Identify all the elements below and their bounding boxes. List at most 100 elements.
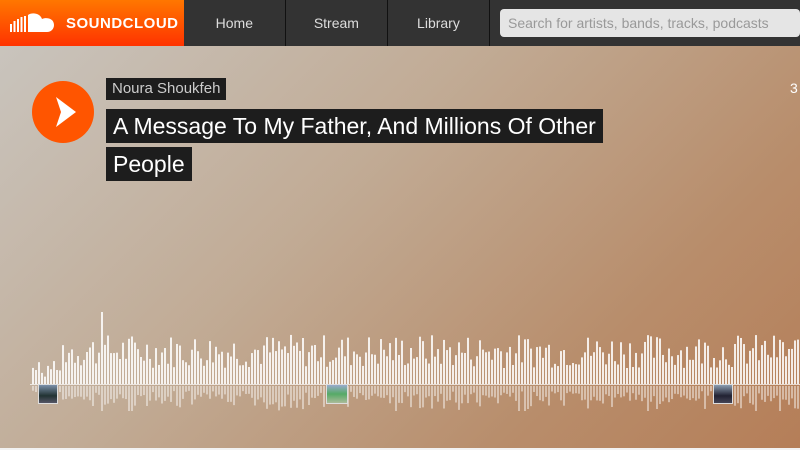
- comment-avatar[interactable]: [38, 384, 58, 404]
- waveform-reflection: [584, 386, 586, 400]
- waveform-reflection: [272, 386, 274, 405]
- nav-home[interactable]: Home: [184, 0, 286, 46]
- waveform-reflection: [122, 386, 124, 399]
- waveform-bar: [80, 365, 82, 384]
- waveform-bar: [68, 352, 70, 384]
- waveform-bar: [449, 347, 451, 384]
- waveform[interactable]: [0, 311, 800, 411]
- waveform-bar: [167, 363, 169, 384]
- waveform-reflection: [410, 386, 412, 408]
- waveform-bar: [203, 365, 205, 384]
- waveform-reflection: [260, 386, 262, 398]
- comment-avatar[interactable]: [713, 384, 733, 404]
- waveform-reflection: [269, 386, 271, 405]
- waveform-bar: [65, 362, 67, 384]
- waveform-reflection: [131, 386, 133, 411]
- waveform-reflection: [590, 386, 592, 401]
- waveform-reflection: [236, 386, 238, 396]
- waveform-bar: [434, 356, 436, 384]
- play-button[interactable]: [32, 81, 94, 143]
- waveform-reflection: [578, 386, 580, 394]
- waveform-reflection: [248, 386, 250, 394]
- waveform-reflection: [176, 386, 178, 406]
- waveform-reflection: [710, 386, 712, 392]
- waveform-bar: [92, 342, 94, 384]
- waveform-bar: [263, 345, 265, 384]
- nav-stream[interactable]: Stream: [286, 0, 388, 46]
- waveform-reflection: [368, 386, 370, 400]
- waveform-bar: [59, 370, 61, 384]
- waveform-reflection: [542, 386, 544, 402]
- waveform-bar: [791, 348, 793, 384]
- waveform-reflection: [107, 386, 109, 404]
- waveform-bar: [341, 339, 343, 384]
- waveform-reflection: [113, 386, 115, 403]
- waveform-bar: [374, 354, 376, 384]
- waveform-reflection: [461, 386, 463, 404]
- soundcloud-logo[interactable]: SOUNDCLOUD: [0, 0, 184, 46]
- waveform-bar: [668, 348, 670, 384]
- waveform-bar: [47, 365, 49, 384]
- waveform-reflection: [431, 386, 433, 409]
- waveform-reflection: [668, 386, 670, 403]
- waveform-bar: [296, 342, 298, 384]
- waveform-bar: [701, 363, 703, 384]
- waveform-reflection: [221, 386, 223, 399]
- waveform-reflection: [608, 386, 610, 396]
- search-input[interactable]: [499, 9, 800, 37]
- waveform-reflection: [242, 386, 244, 392]
- waveform-reflection: [620, 386, 622, 398]
- waveform-bar: [653, 357, 655, 384]
- waveform-reflection: [599, 386, 601, 401]
- waveform-bar: [356, 354, 358, 384]
- waveform-bar: [365, 352, 367, 384]
- track-title-text: A Message To My Father, And Millions Of …: [106, 109, 603, 181]
- waveform-bar: [77, 356, 79, 384]
- waveform-reflection: [74, 386, 76, 398]
- waveform-reflection: [149, 386, 151, 401]
- waveform-reflection: [251, 386, 253, 398]
- artist-name[interactable]: Noura Shoukfeh: [106, 78, 227, 100]
- waveform-reflection: [206, 386, 208, 395]
- waveform-bar: [503, 367, 505, 384]
- waveform-bar: [404, 365, 406, 384]
- waveform-reflection: [35, 386, 37, 392]
- waveform-reflection: [509, 386, 511, 397]
- waveform-bar: [626, 367, 628, 384]
- waveform-reflection: [224, 386, 226, 395]
- waveform-reflection: [446, 386, 448, 401]
- waveform-bar: [329, 361, 331, 384]
- waveform-bar: [641, 353, 643, 384]
- waveform-reflection: [557, 386, 559, 393]
- waveform-bar: [395, 337, 397, 384]
- waveform-bar: [614, 361, 616, 384]
- waveform-bar: [419, 336, 421, 384]
- waveform-bar: [392, 360, 394, 384]
- waveform-reflection: [785, 386, 787, 400]
- waveform-reflection: [665, 386, 667, 398]
- waveform-reflection: [320, 386, 322, 393]
- waveform-reflection: [623, 386, 625, 397]
- waveform-bar: [554, 363, 556, 384]
- waveform-bar: [662, 354, 664, 384]
- waveform-bar: [260, 363, 262, 384]
- waveform-bar: [191, 349, 193, 384]
- nav-library[interactable]: Library: [388, 0, 490, 46]
- waveform-reflection: [266, 386, 268, 409]
- waveform-bar: [320, 357, 322, 384]
- waveform-reflection: [110, 386, 112, 400]
- waveform-reflection: [428, 386, 430, 397]
- waveform-reflection: [530, 386, 532, 407]
- waveform-reflection: [746, 386, 748, 394]
- waveform-bar: [200, 358, 202, 384]
- comment-avatar[interactable]: [326, 384, 348, 404]
- waveform-bar: [431, 335, 433, 384]
- waveform-bar: [113, 353, 115, 384]
- waveform-reflection: [437, 386, 439, 402]
- waveform-reflection: [239, 386, 241, 397]
- waveform-bar: [74, 362, 76, 384]
- waveform-bar: [488, 351, 490, 384]
- waveform-bar: [671, 356, 673, 384]
- waveform-reflection: [68, 386, 70, 397]
- waveform-reflection: [737, 386, 739, 404]
